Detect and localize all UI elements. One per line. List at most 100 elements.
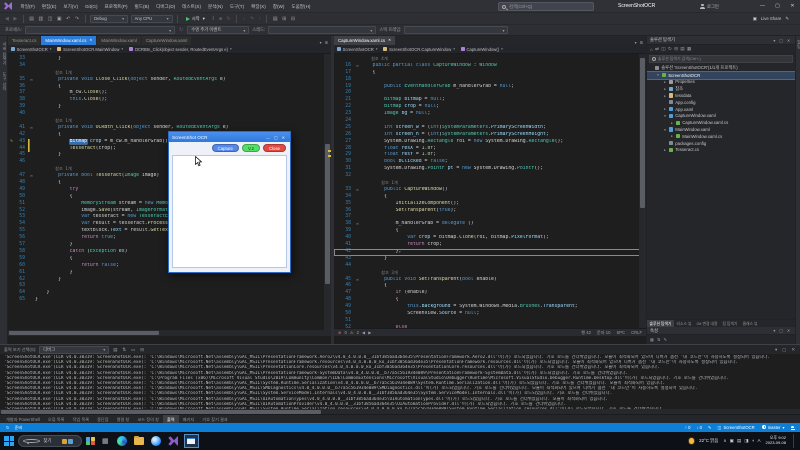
fold-margin[interactable] [354,166,361,173]
code-line[interactable]: 18 [334,77,646,84]
horizontal-scrollbar[interactable] [8,330,331,336]
indent-indicator[interactable]: SPC [616,330,625,336]
home-button[interactable]: ⌂ [650,47,653,52]
fold-margin[interactable] [28,270,35,277]
code-line[interactable]: 65} [8,297,331,304]
tray-icon[interactable]: ◨ [744,438,748,444]
fold-margin[interactable] [28,159,35,166]
code-line[interactable]: 30 bool bClicked = false; [334,159,646,166]
fold-margin[interactable]: ⊟ [28,77,35,84]
code-line[interactable]: 35 InitializeComponent(); [334,201,646,208]
weather-text[interactable]: 22°C 맑음 [699,438,718,444]
undo-button[interactable]: ↶ [65,13,71,25]
expand-icon[interactable]: ▸ [670,121,674,125]
weather-icon[interactable] [689,438,695,444]
close-button[interactable]: ✕ [785,0,800,13]
tray-icon[interactable]: ◖ [752,438,755,444]
fold-margin[interactable]: ⊟ [354,187,361,194]
code-line[interactable]: 35⊟ private void Close_Click(object send… [8,77,331,84]
code-line[interactable]: 34 { [334,194,646,201]
fold-margin[interactable] [354,297,361,304]
back-button[interactable]: ◀ [4,13,10,25]
close-icon[interactable]: ✕ [785,328,792,333]
fold-margin[interactable] [354,235,361,242]
fold-margin[interactable] [354,97,361,104]
breadcrumb-item[interactable]: OCRBtn_Click(object sender, RoutedEventA… [129,47,232,52]
code-line[interactable]: 46 { [334,283,646,290]
fold-margin[interactable]: ⊟ [28,125,35,132]
fold-margin[interactable] [28,111,35,118]
fold-margin[interactable] [28,214,35,221]
code-line[interactable]: 참조 4개 [334,56,646,63]
code-line[interactable]: 33⊟ public CaptureWindow() [334,187,646,194]
tree-item[interactable]: ▸tessdata [647,92,795,99]
code-line[interactable]: 48 { [334,297,646,304]
fold-margin[interactable]: ⊟ [354,63,361,70]
fold-margin[interactable]: ⊟ [354,277,361,284]
screenshot-ocr-app-icon[interactable] [184,434,199,448]
tree-item[interactable]: ▸Tesseract.cs [647,147,795,154]
navigate-back-icon[interactable]: ◀ [362,330,365,335]
tray-icon[interactable]: ∧ [723,438,726,444]
code-line[interactable]: 참조 3개 [334,270,646,277]
fold-margin[interactable] [28,84,35,91]
editor-tab[interactable]: Tesseract.cs [8,36,40,45]
expand-icon[interactable]: ▸ [663,148,667,152]
breadcrumb-item[interactable]: ScreenShotOCR.MainWindow▾ [57,47,123,52]
fold-margin[interactable] [354,132,361,139]
search-input[interactable]: 검색(Ctrl+Q) [498,2,594,11]
menu-item[interactable]: 파일(F) [17,0,38,13]
fold-margin[interactable] [28,118,35,125]
navigate-forward-icon[interactable]: ▶ [368,330,371,335]
lifecycle-events-dropdown[interactable]: 수명 주기 이벤트▾ [187,26,249,34]
comment-button[interactable]: ⊞ [281,13,287,25]
fold-margin[interactable] [354,111,361,118]
menu-item[interactable]: 빌드(B) [131,0,153,13]
app-close-button[interactable]: ✕ [280,135,287,140]
fold-margin[interactable] [354,194,361,201]
breadcrumb-item[interactable]: ScreenShotOCR▾ [337,47,377,52]
fold-margin[interactable] [354,118,361,125]
properties-button[interactable]: ▦ [687,46,691,52]
pin-icon[interactable]: ▢ [777,38,785,43]
editor-tab[interactable]: CaptureWindow.xaml.cs✕ [334,36,395,45]
scrollbar-thumb[interactable] [640,58,645,208]
code-line[interactable]: 50 ScreenView.Source = null; [334,311,646,318]
code-line[interactable]: 40 var crop = bitmap.Clone(roi, bitmap.P… [334,235,646,242]
code-line[interactable]: 참조 1개 [8,70,331,77]
code-line[interactable]: 44 [334,263,646,270]
code-line[interactable]: 24 [334,118,646,125]
code-line[interactable]: 45⊟ public void SetTransparent(bool enab… [334,277,646,284]
code-line[interactable]: 37 m_cw.Close(); [8,90,331,97]
eol-indicator[interactable]: CRLF [631,330,642,336]
vertical-scrollbar[interactable] [639,54,646,328]
chevron-down-icon[interactable]: ▾ [774,347,778,353]
menu-item[interactable]: 편집(E) [38,0,60,13]
fold-margin[interactable] [354,201,361,208]
code-line[interactable]: 47 if (enable) [334,290,646,297]
fold-margin[interactable] [354,228,361,235]
fold-margin[interactable] [354,104,361,111]
fold-margin[interactable] [28,242,35,249]
redo-button[interactable]: ↷ [74,13,80,25]
fold-margin[interactable] [28,249,35,256]
code-line[interactable]: 29 float resY = 1.0f; [334,152,646,159]
configuration-dropdown[interactable]: Debug▾ [90,15,128,23]
live-share-button[interactable]: Live Share [761,16,782,21]
fold-margin[interactable] [354,263,361,270]
code-line[interactable]: 27 System.Drawing.Rectangle roi = new Sy… [334,139,646,146]
fold-margin[interactable] [28,146,35,153]
start-button[interactable] [4,436,14,446]
menu-item[interactable]: 도구(T) [226,0,247,13]
line-indicator[interactable]: 행 42 [581,330,591,336]
code-line[interactable]: 36 { [8,84,331,91]
tray-icon[interactable]: ▣ [730,438,734,444]
widgets-icon[interactable] [86,437,95,446]
output-source-dropdown[interactable]: 디버그 ▾ [39,346,109,354]
notification-center-button[interactable] [793,434,796,448]
switch-views-button[interactable]: ⇄ [655,46,659,52]
breadcrumb-item[interactable]: ScreenShotOCR.CaptureWindow▾ [383,47,454,52]
word-wrap-button[interactable]: ⊟ [139,347,145,353]
open-file-button[interactable]: ▥ [37,13,44,25]
maximize-button[interactable]: ▢ [770,0,785,13]
